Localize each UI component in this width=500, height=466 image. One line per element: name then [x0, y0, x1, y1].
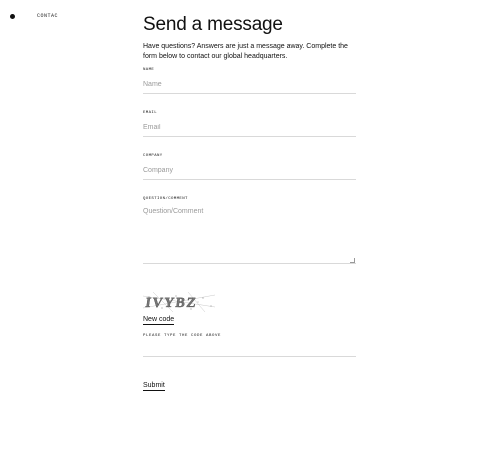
submit-button[interactable]: Submit: [143, 382, 165, 391]
company-input[interactable]: [143, 162, 356, 180]
email-label: EMAIL: [143, 111, 158, 115]
captcha-input-label: PLEASE TYPE THE CODE ABOVE: [143, 334, 222, 338]
resize-handle-icon[interactable]: [350, 258, 355, 263]
question-textarea[interactable]: [143, 205, 356, 264]
captcha-text: IVYBZ: [144, 295, 198, 311]
captcha-input[interactable]: [143, 356, 356, 357]
intro-text: Have questions? Answers are just a messa…: [143, 43, 348, 60]
captcha-image: IVYBZ: [143, 292, 215, 312]
nav-dot-icon[interactable]: [10, 14, 15, 19]
breadcrumb[interactable]: CONTAC: [37, 13, 58, 19]
new-code-link[interactable]: New code: [143, 316, 175, 325]
email-field-group: EMAIL: [143, 111, 356, 137]
question-field-group: QUESTION/COMMENT: [143, 197, 356, 264]
name-label: NAME: [143, 68, 155, 72]
page-title: Send a message: [143, 14, 283, 35]
email-input[interactable]: [143, 119, 356, 137]
company-field-group: COMPANY: [143, 154, 356, 180]
name-field-group: NAME: [143, 68, 356, 94]
question-label: QUESTION/COMMENT: [143, 197, 188, 201]
name-input[interactable]: [143, 76, 356, 94]
company-label: COMPANY: [143, 154, 163, 158]
